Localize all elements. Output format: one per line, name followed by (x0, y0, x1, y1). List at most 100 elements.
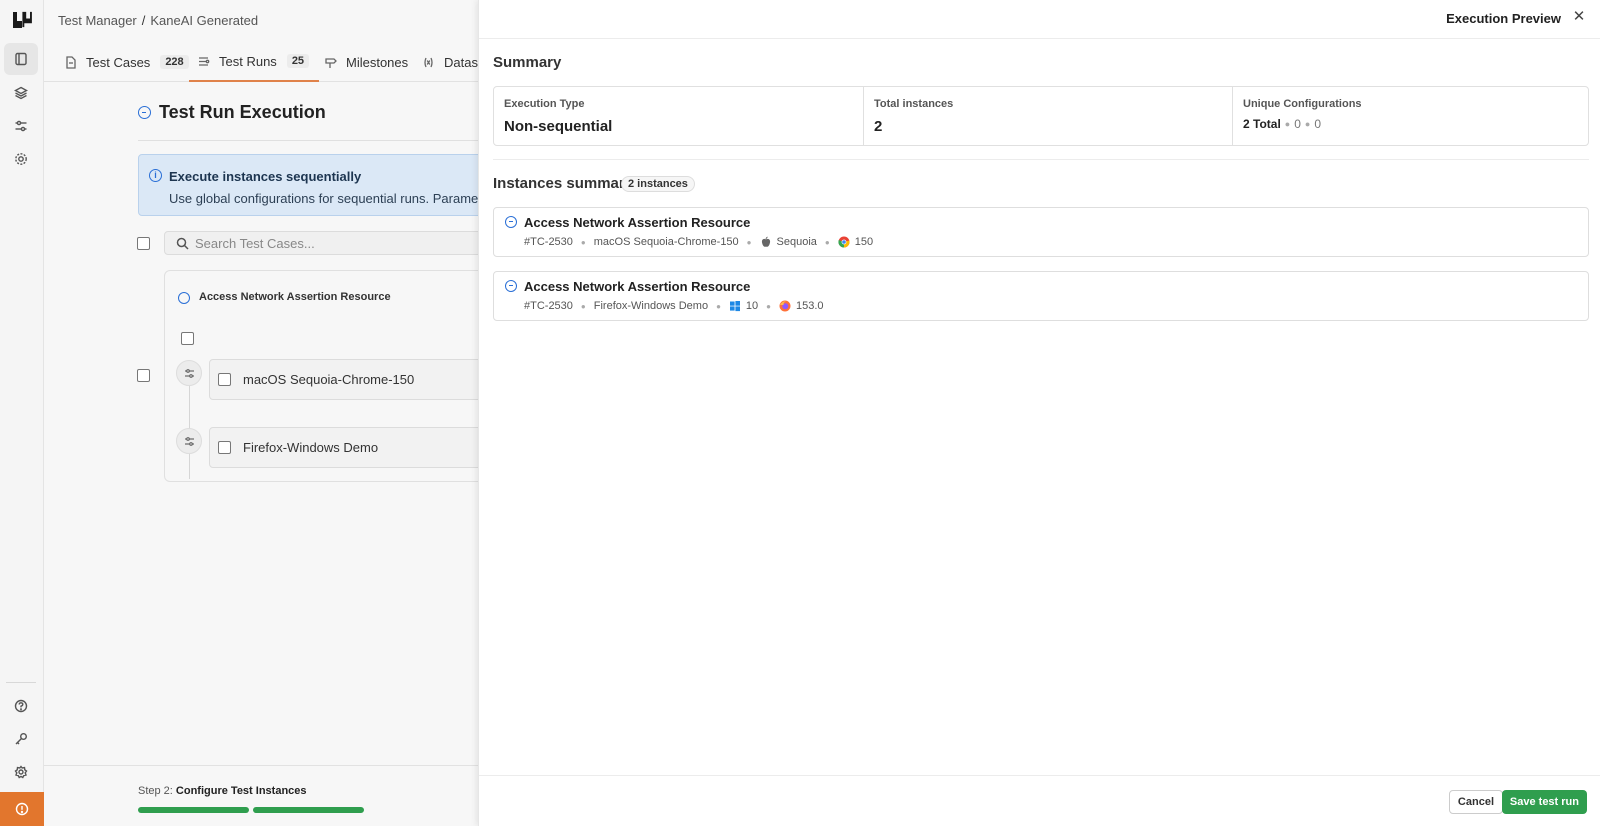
breadcrumb: Test Manager / KaneAI Generated (58, 13, 258, 28)
config-node-1 (176, 360, 202, 386)
unique-configs-cell: Unique Configurations 2 Total ● 0 ● 0 (1233, 87, 1588, 145)
unique-configs-value: 2 Total ● 0 ● 0 (1243, 117, 1321, 131)
instance-meta: #TC-2530 ● Firefox-Windows Demo ● 10 ● 1… (524, 300, 824, 312)
instances-summary-title: Instances summary (493, 175, 634, 192)
nav-layers-button[interactable] (4, 77, 38, 109)
instance-config: Firefox-Windows Demo (593, 300, 709, 312)
summary-panel: Execution Type Non-sequential Total inst… (493, 86, 1589, 146)
cancel-button[interactable]: Cancel (1448, 790, 1503, 814)
config-label: Firefox-Windows Demo (243, 440, 379, 455)
upgrade-badge[interactable] (0, 792, 44, 826)
instance-title: Access Network Assertion Resource (524, 279, 751, 294)
tab-count: 25 (286, 54, 310, 68)
instance-id: #TC-2530 (524, 236, 573, 248)
drawer-footer: Cancel Save test run (479, 775, 1600, 826)
unique-configs-os-count: 0 (1294, 117, 1301, 131)
instance-os: Sequoia (776, 236, 817, 248)
instance-config: macOS Sequoia-Chrome-150 (593, 236, 739, 248)
search-placeholder: Search Test Cases... (195, 236, 315, 251)
instance-browser-version: 153.0 (796, 300, 824, 312)
test-case-icon (66, 55, 76, 69)
left-rail (0, 0, 44, 826)
progress-segment-2 (253, 807, 364, 813)
instance-card[interactable]: Access Network Assertion Resource #TC-25… (493, 207, 1589, 257)
app-logo[interactable] (11, 10, 33, 30)
tab-datasets[interactable]: Datase (422, 42, 485, 82)
tab-label: Milestones (346, 54, 409, 70)
config-icon (185, 369, 194, 378)
help-icon (14, 699, 28, 713)
config-checkbox[interactable] (218, 373, 231, 386)
breadcrumb-separator: / (141, 13, 146, 28)
layers-icon (14, 86, 28, 100)
test-run-status-icon (138, 106, 151, 119)
key-button[interactable] (4, 723, 38, 755)
summary-divider (493, 159, 1589, 160)
milestone-icon (325, 57, 337, 68)
config-icon (185, 437, 194, 446)
separator-dot: ● (580, 237, 586, 247)
config-checkbox[interactable] (218, 441, 231, 454)
instance-card[interactable]: Access Network Assertion Resource #TC-25… (493, 271, 1589, 321)
step-prefix: Step 2: (138, 785, 173, 797)
dataset-icon (424, 57, 433, 67)
help-button[interactable] (4, 690, 38, 722)
rail-divider (6, 682, 36, 683)
drawer-title: Execution Preview (1446, 11, 1561, 26)
windows-icon (729, 301, 740, 312)
key-icon (15, 733, 27, 745)
page-title: Test Run Execution (138, 102, 326, 123)
book-icon (15, 52, 27, 66)
separator-dot: ● (746, 237, 752, 247)
separator-dot: ● (824, 237, 830, 247)
breadcrumb-current[interactable]: KaneAI Generated (150, 13, 258, 28)
instance-id: #TC-2530 (524, 300, 573, 312)
account-settings-button[interactable] (4, 756, 38, 788)
instance-status-icon (505, 280, 517, 292)
tab-test-cases[interactable]: Test Cases 228 (64, 42, 189, 82)
select-configs-checkbox[interactable] (181, 332, 194, 345)
test-case-checkbox[interactable] (137, 369, 150, 382)
close-icon[interactable]: ✕ (1571, 9, 1587, 25)
unique-configs-total: 2 Total (1243, 117, 1281, 131)
page-title-text: Test Run Execution (159, 102, 326, 122)
nav-settings-button[interactable] (4, 143, 38, 175)
unique-configs-browser-count: 0 (1314, 117, 1322, 131)
select-all-checkbox[interactable] (137, 237, 150, 250)
test-run-icon (199, 56, 210, 66)
nav-test-manager-button[interactable] (4, 43, 38, 75)
sliders-icon (15, 120, 27, 132)
tab-test-runs[interactable]: Test Runs 25 (189, 42, 320, 82)
separator-dot: ● (766, 301, 772, 311)
test-case-title: Access Network Assertion Resource (199, 291, 391, 303)
tab-milestones[interactable]: Milestones (324, 42, 408, 82)
config-node-2 (176, 428, 202, 454)
instance-status-icon (505, 216, 517, 228)
separator-dot: ● (1284, 119, 1291, 129)
tab-label: Test Cases (86, 54, 151, 70)
nav-filters-button[interactable] (4, 110, 38, 142)
test-case-status-icon (178, 292, 190, 304)
save-test-run-button[interactable]: Save test run (1501, 790, 1587, 814)
alert-circle-icon (15, 802, 29, 816)
progress-segment-1 (138, 807, 249, 813)
breadcrumb-root[interactable]: Test Manager (58, 13, 137, 28)
settings-cog-icon (14, 765, 28, 779)
execution-type-cell: Execution Type Non-sequential (494, 87, 864, 145)
separator-dot: ● (580, 301, 586, 311)
separator-dot: ● (716, 301, 721, 311)
total-instances-label: Total instances (874, 98, 954, 110)
execution-type-value: Non-sequential (504, 118, 613, 135)
instance-title: Access Network Assertion Resource (524, 215, 751, 230)
search-icon (176, 237, 189, 250)
chrome-icon (838, 236, 850, 248)
tab-count: 228 (160, 55, 189, 69)
tab-label: Test Runs (219, 53, 277, 69)
execution-type-label: Execution Type (504, 98, 585, 110)
instance-browser-version: 150 (854, 236, 874, 248)
step-label: Configure Test Instances (175, 785, 307, 797)
config-label: macOS Sequoia-Chrome-150 (243, 372, 415, 387)
step-indicator: Step 2: Configure Test Instances (138, 785, 307, 797)
apple-icon (761, 236, 770, 247)
instances-count-badge: 2 instances (621, 176, 695, 192)
